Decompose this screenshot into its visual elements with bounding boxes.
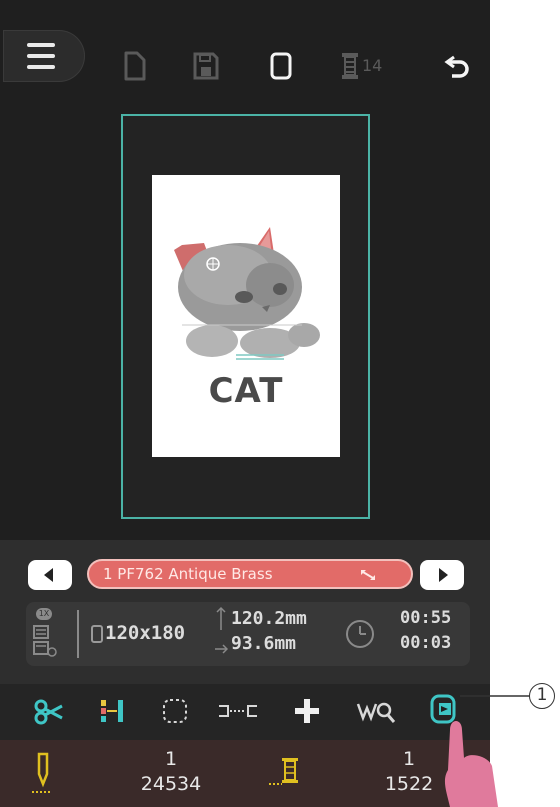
color-sort-icon[interactable] (98, 696, 128, 726)
menu-button[interactable] (3, 30, 85, 82)
arrow-right-icon (439, 568, 448, 582)
needle-icon (32, 752, 52, 793)
spool-count: 14 (362, 56, 383, 75)
needle-stitch-count: 24534 (140, 773, 202, 795)
arrow-left-icon (44, 568, 53, 582)
divider (77, 610, 79, 658)
design-height: 120.2mm (231, 608, 307, 629)
hoop-size: 120x180 (105, 622, 186, 644)
time-remaining: 00:03 (400, 633, 452, 653)
thread-label: 1 PF762 Antique Brass (103, 565, 273, 583)
next-color-button[interactable] (420, 560, 464, 590)
menu-icon-line (27, 43, 55, 47)
thread-color-pill[interactable]: 1 PF762 Antique Brass (87, 559, 413, 589)
thread-spool-icon[interactable] (340, 51, 362, 81)
menu-icon-line (27, 65, 55, 69)
prev-color-button[interactable] (28, 560, 72, 590)
expand-icon (361, 570, 375, 580)
callout-number: 1 (529, 683, 555, 709)
design-info-row: 1X 120x180 120.2mm 93.6mm 00:55 00:03 (26, 602, 470, 666)
move-icon[interactable] (292, 696, 322, 726)
thread-search-icon[interactable] (356, 696, 396, 726)
edit-toolbar (0, 684, 490, 740)
pointing-hand-icon (444, 721, 498, 807)
hoop-size-icon (91, 625, 103, 643)
scissors-icon[interactable] (34, 698, 64, 726)
save-icon[interactable] (192, 51, 220, 81)
callout-line (460, 695, 530, 697)
design-canvas[interactable]: CAT (152, 175, 340, 457)
top-toolbar: 14 (0, 18, 490, 98)
color-count-badge: 1X (36, 608, 52, 620)
dimension-arrows-icon (215, 606, 228, 654)
design-width: 93.6mm (231, 633, 297, 654)
cat-design (174, 227, 320, 360)
needle-color-index: 1 (164, 748, 178, 770)
status-bar: 1 24534 1 1522 (0, 740, 490, 807)
spool-icon (269, 758, 298, 785)
hoop-icon[interactable] (268, 51, 294, 81)
time-total: 00:55 (400, 608, 452, 628)
outline-icon[interactable] (160, 696, 190, 726)
new-file-icon[interactable] (122, 51, 148, 81)
color-change-icon (33, 625, 57, 657)
machine-screen: 14 CAT 1 PF762 Antique Brass 1X 120x180 … (0, 0, 498, 807)
clock-icon (346, 620, 374, 648)
menu-icon-line (27, 54, 55, 58)
design-text: CAT (208, 371, 284, 411)
undo-icon[interactable] (444, 51, 472, 79)
jump-stitch-icon[interactable] (216, 698, 260, 724)
